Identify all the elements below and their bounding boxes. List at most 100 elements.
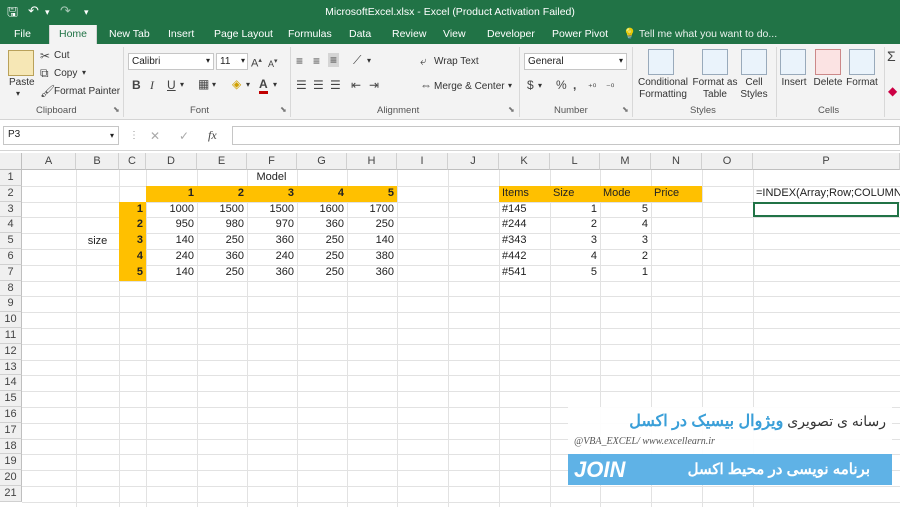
item-cell[interactable]: #244 xyxy=(499,217,550,233)
tab-page-layout[interactable]: Page Layout xyxy=(214,25,273,44)
decrease-decimal-icon[interactable]: ⁻⁰ xyxy=(606,80,614,94)
size-value-cell[interactable]: 1 xyxy=(550,202,600,218)
clear-icon[interactable]: ◆ xyxy=(888,84,897,98)
column-header-m[interactable]: M xyxy=(600,153,651,170)
matrix-cell[interactable]: 140 xyxy=(146,265,197,281)
tab-developer[interactable]: Developer xyxy=(487,25,535,44)
row-header-17[interactable]: 17 xyxy=(0,422,22,439)
matrix-cell[interactable]: 360 xyxy=(297,217,347,233)
size-number-cell[interactable]: 5 xyxy=(119,264,146,281)
size-number-cell[interactable]: 2 xyxy=(119,217,146,234)
tab-formulas[interactable]: Formulas xyxy=(288,25,332,44)
matrix-cell[interactable]: 1600 xyxy=(297,202,347,218)
copy-dropdown-icon[interactable]: ▾ xyxy=(82,68,86,77)
column-header-n[interactable]: N xyxy=(651,153,702,170)
merge-center-button[interactable]: Merge & Center xyxy=(434,81,505,92)
tell-me-search[interactable]: 💡 Tell me what you want to do... xyxy=(623,25,777,44)
conditional-formatting-label[interactable]: Formatting xyxy=(633,89,693,100)
matrix-cell[interactable]: 140 xyxy=(347,233,397,249)
merge-dropdown-icon[interactable]: ▾ xyxy=(508,81,512,90)
column-header-l[interactable]: L xyxy=(550,153,600,170)
paste-icon[interactable] xyxy=(8,50,34,76)
copy-button[interactable]: Copy xyxy=(54,68,77,79)
number-launcher-icon[interactable]: ⬊ xyxy=(622,105,629,114)
font-name-select[interactable]: Calibri ▾ xyxy=(128,53,214,70)
align-center-icon[interactable]: ☰ xyxy=(313,78,324,92)
insert-cells-icon[interactable] xyxy=(780,49,806,75)
size-number-cell[interactable]: 4 xyxy=(119,249,146,265)
row-header-11[interactable]: 11 xyxy=(0,328,22,344)
cell-styles-button[interactable]: Cell xyxy=(737,77,771,88)
column-header-b[interactable]: B xyxy=(76,153,119,170)
matrix-cell[interactable]: 240 xyxy=(146,249,197,265)
bold-button[interactable]: B xyxy=(132,78,141,92)
matrix-cell[interactable]: 250 xyxy=(297,265,347,281)
wrap-text-button[interactable]: Wrap Text xyxy=(434,56,479,67)
alignment-launcher-icon[interactable]: ⬊ xyxy=(508,105,515,114)
font-color-dropdown-icon[interactable]: ▾ xyxy=(273,80,277,89)
model-number-cell[interactable]: 5 xyxy=(347,185,397,202)
matrix-cell[interactable]: 970 xyxy=(247,217,297,233)
italic-button[interactable]: I xyxy=(150,78,154,92)
borders-icon[interactable]: ▦ xyxy=(198,77,209,91)
delete-cells-button[interactable]: Delete xyxy=(810,77,846,88)
item-cell[interactable]: #541 xyxy=(499,265,550,281)
row-header-9[interactable]: 9 xyxy=(0,296,22,313)
table-header-cell[interactable]: Price xyxy=(651,185,702,202)
column-header-p[interactable]: P xyxy=(753,153,900,170)
matrix-cell[interactable]: 240 xyxy=(247,249,297,265)
row-header-20[interactable]: 20 xyxy=(0,470,22,486)
column-header-o[interactable]: O xyxy=(702,153,753,170)
model-number-cell[interactable]: 4 xyxy=(297,185,347,202)
number-format-select[interactable]: General ▾ xyxy=(524,53,627,70)
row-header-2[interactable]: 2 xyxy=(0,185,22,202)
format-as-table-icon[interactable] xyxy=(702,49,728,75)
tab-power-pivot[interactable]: Power Pivot xyxy=(552,25,608,44)
format-as-table-button[interactable]: Format as xyxy=(690,77,740,88)
shrink-font-icon[interactable]: A▾ xyxy=(268,55,278,71)
insert-function-button[interactable]: fx xyxy=(208,128,217,142)
mode-value-cell[interactable]: 1 xyxy=(600,265,651,281)
borders-dropdown-icon[interactable]: ▾ xyxy=(212,80,216,89)
row-header-1[interactable]: 1 xyxy=(0,170,22,186)
cut-button[interactable]: Cut xyxy=(54,50,70,61)
name-box[interactable]: P3 ▾ xyxy=(3,126,119,145)
row-header-15[interactable]: 15 xyxy=(0,391,22,407)
matrix-cell[interactable]: 360 xyxy=(247,233,297,249)
row-header-3[interactable]: 3 xyxy=(0,201,22,218)
row-header-16[interactable]: 16 xyxy=(0,407,22,423)
comma-style-button[interactable]: , xyxy=(573,78,576,92)
column-header-g[interactable]: G xyxy=(297,153,347,170)
price-cell[interactable] xyxy=(651,249,702,265)
matrix-cell[interactable]: 950 xyxy=(146,217,197,233)
fill-color-icon[interactable]: ◈ xyxy=(232,77,241,91)
matrix-cell[interactable]: 360 xyxy=(247,265,297,281)
grow-font-icon[interactable]: A▴ xyxy=(251,54,262,71)
copy-icon[interactable]: ⧉ xyxy=(40,66,49,80)
matrix-cell[interactable]: 1500 xyxy=(247,202,297,218)
price-cell[interactable] xyxy=(651,233,702,249)
column-header-h[interactable]: H xyxy=(347,153,397,170)
matrix-cell[interactable]: 380 xyxy=(347,249,397,265)
tab-view[interactable]: View xyxy=(443,25,466,44)
paste-button-label[interactable]: Paste xyxy=(9,77,35,88)
size-number-cell[interactable]: 3 xyxy=(119,233,146,249)
align-left-icon[interactable]: ☰ xyxy=(296,78,307,92)
join-label[interactable]: JOIN xyxy=(574,457,625,483)
matrix-cell[interactable]: 250 xyxy=(197,265,247,281)
matrix-cell[interactable]: 250 xyxy=(347,217,397,233)
clipboard-launcher-icon[interactable]: ⬊ xyxy=(113,105,120,114)
matrix-cell[interactable]: 1500 xyxy=(197,202,247,218)
row-header-21[interactable]: 21 xyxy=(0,486,22,502)
item-cell[interactable]: #442 xyxy=(499,249,550,265)
wrap-text-icon[interactable]: ⤶ xyxy=(420,54,427,68)
decrease-indent-icon[interactable]: ⇤ xyxy=(351,78,361,92)
cell-styles-label[interactable]: Styles xyxy=(734,89,774,100)
table-header-cell[interactable]: Items xyxy=(499,185,550,202)
row-header-13[interactable]: 13 xyxy=(0,359,22,376)
matrix-cell[interactable]: 250 xyxy=(297,233,347,249)
column-header-k[interactable]: K xyxy=(499,153,550,170)
size-value-cell[interactable]: 5 xyxy=(550,265,600,281)
format-as-table-label[interactable]: Table xyxy=(690,89,740,100)
column-header-f[interactable]: F xyxy=(247,153,297,170)
